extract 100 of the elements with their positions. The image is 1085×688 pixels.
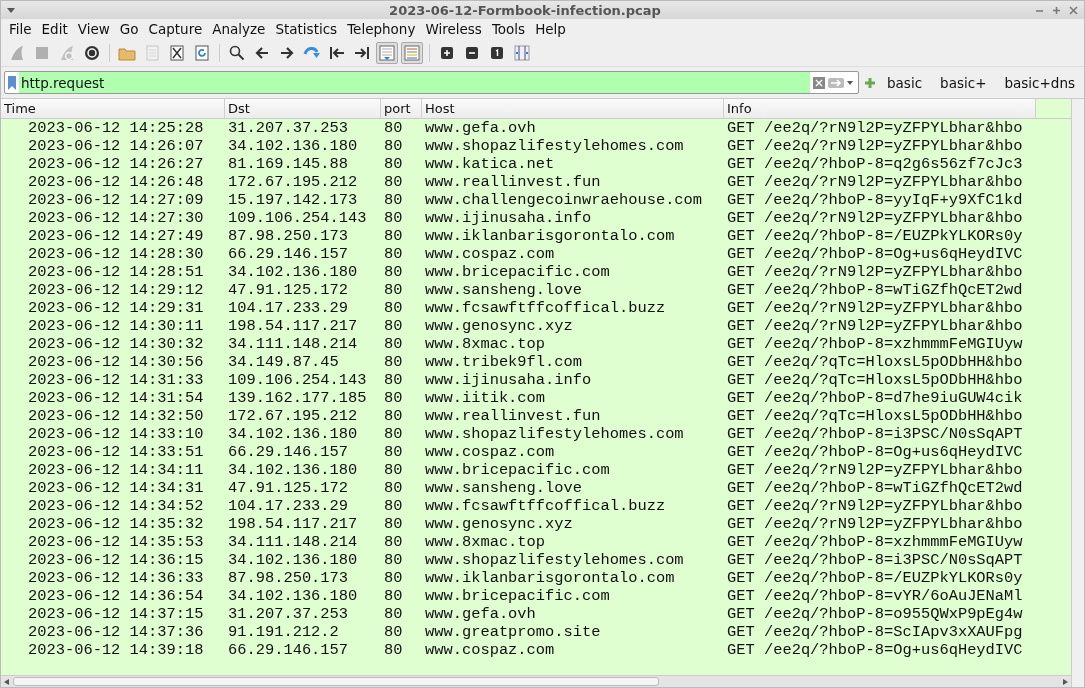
destination-cell-text: 34.111.148.214	[227, 533, 359, 551]
host-cell-text: www.shopazlifestylehomes.com	[424, 425, 685, 443]
destination-cell-text: 47.91.125.172	[227, 479, 350, 497]
host-cell-text: www.cospaz.com	[424, 641, 556, 659]
info-cell-text: GET /ee2q/?rN9l2P=yZFPYLbhar&hbo	[726, 209, 1024, 227]
time-cell-text: 2023-06-12 14:31:54	[27, 389, 205, 407]
window-menu-icon[interactable]	[7, 7, 15, 13]
close-icon[interactable]	[1069, 5, 1078, 15]
colorize-icon[interactable]	[401, 41, 423, 64]
column-header[interactable]: Host	[422, 99, 724, 118]
menu-item[interactable]: File	[4, 21, 37, 37]
filter-button[interactable]: basic+	[934, 74, 993, 91]
time-cell-text: 2023-06-12 14:26:48	[27, 173, 205, 191]
host-cell-text: www.sansheng.love	[424, 479, 583, 497]
add-filter-icon[interactable]	[865, 77, 876, 88]
time-cell-text: 2023-06-12 14:39:18	[27, 641, 205, 659]
menu-item[interactable]: Capture	[143, 21, 208, 37]
destination-cell-text: 34.102.136.180	[227, 263, 359, 281]
destination-cell-text: 15.197.142.173	[227, 191, 359, 209]
port-cell-text: 80	[383, 371, 404, 389]
time-cell-text: 2023-06-12 14:36:33	[27, 569, 205, 587]
menu-item[interactable]: Wireless	[420, 21, 487, 37]
port-cell-text: 80	[383, 227, 404, 245]
host-cell-text: www.bricepacific.com	[424, 263, 611, 281]
port-cell-text: 80	[383, 515, 404, 533]
menu-item[interactable]: View	[72, 21, 115, 37]
info-cell-text: GET /ee2q/?hboP-8=wTiGZfhQcET2wd	[726, 281, 1024, 299]
destination-cell-text: 31.207.37.253	[227, 119, 350, 137]
destination-cell-text: 109.106.254.143	[227, 371, 368, 389]
destination-cell-text: 34.111.148.214	[227, 335, 359, 353]
port-cell-text: 80	[383, 209, 404, 227]
host-cell-text: www.gefa.ovh	[424, 119, 537, 137]
filter-button[interactable]: basic+dns	[998, 74, 1081, 91]
info-cell-text: GET /ee2q/?hboP-8=xzhmmmFeMGIUyw	[726, 533, 1024, 551]
host-cell-text: www.fcsawftffcoffical.buzz	[424, 497, 667, 515]
maximize-icon[interactable]	[1052, 5, 1061, 15]
menu-item[interactable]: Analyze	[207, 21, 271, 37]
host-cell-text: www.genosync.xyz	[424, 515, 574, 533]
time-cell-text: 2023-06-12 14:30:11	[27, 317, 205, 335]
menu-item[interactable]: Tools	[486, 21, 531, 37]
time-cell-text: 2023-06-12 14:28:30	[27, 245, 205, 263]
host-cell-text: www.reallinvest.fun	[424, 407, 602, 425]
info-cell-text: GET /ee2q/?rN9l2P=yZFPYLbhar&hbo	[726, 299, 1024, 317]
info-cell-text: GET /ee2q/?rN9l2P=yZFPYLbhar&hbo	[726, 515, 1024, 533]
menu-item[interactable]: Go	[114, 21, 144, 37]
info-cell-text: GET /ee2q/?hboP-8=wTiGZfhQcET2wd	[726, 479, 1024, 497]
host-cell-text: www.cospaz.com	[424, 245, 556, 263]
host-cell-text: www.reallinvest.fun	[424, 173, 602, 191]
display-filter-field[interactable]: http.request	[4, 71, 860, 94]
menu-item[interactable]: Help	[530, 21, 571, 37]
destination-cell-text: 34.102.136.180	[227, 551, 359, 569]
scroll-right-icon[interactable]	[1062, 678, 1068, 685]
info-cell-text: GET /ee2q/?qTc=HloxsL5pODbHH&hbo	[726, 407, 1024, 425]
dropdown-icon[interactable]	[847, 80, 854, 85]
host-cell-text: www.bricepacific.com	[424, 587, 611, 605]
port-cell-text: 80	[383, 569, 404, 587]
destination-cell-text: 172.67.195.212	[227, 173, 359, 191]
destination-cell-text: 198.54.117.217	[227, 515, 359, 533]
destination-cell-text: 104.17.233.29	[227, 497, 350, 515]
port-cell-text: 80	[383, 623, 404, 641]
column-header[interactable]: Time	[1, 99, 225, 118]
info-cell-text: GET /ee2q/?hboP-8=yyIqF+y9XfC1kd	[726, 191, 1024, 209]
time-cell-text: 2023-06-12 14:25:28	[27, 119, 205, 137]
port-cell-text: 80	[383, 335, 404, 353]
clear-icon[interactable]	[813, 76, 826, 89]
host-cell-text: www.shopazlifestylehomes.com	[424, 551, 685, 569]
menu-item[interactable]: Telephony	[342, 21, 421, 37]
port-cell-text: 80	[383, 263, 404, 281]
host-cell-text: www.cospaz.com	[424, 443, 556, 461]
port-cell-text: 80	[383, 497, 404, 515]
time-cell-text: 2023-06-12 14:35:53	[27, 533, 205, 551]
destination-cell-text: 104.17.233.29	[227, 299, 350, 317]
scrollbar-thumb[interactable]	[13, 677, 659, 686]
port-cell-text: 80	[383, 533, 404, 551]
info-cell-text: GET /ee2q/?rN9l2P=yZFPYLbhar&hbo	[726, 317, 1024, 335]
host-cell-text: www.8xmac.top	[424, 533, 547, 551]
port-cell-text: 80	[383, 299, 404, 317]
host-cell-text: www.tribek9fl.com	[424, 353, 583, 371]
info-cell-text: GET /ee2q/?hboP-8=d7he9iuGUW4cik	[726, 389, 1024, 407]
filter-button[interactable]: basic	[881, 74, 929, 91]
port-cell-text: 80	[383, 425, 404, 443]
info-cell-text: GET /ee2q/?rN9l2P=yZFPYLbhar&hbo	[726, 137, 1024, 155]
info-cell-text: GET /ee2q/?hboP-8=q2g6s56zf7cJc3	[726, 155, 1024, 173]
column-header[interactable]: port	[381, 99, 422, 118]
time-cell-text: 2023-06-12 14:33:10	[27, 425, 205, 443]
info-cell-text: GET /ee2q/?hboP-8=/EUZPkYLKORs0y	[726, 569, 1024, 587]
menu-item[interactable]: Statistics	[270, 21, 343, 37]
info-cell-text: GET /ee2q/?hboP-8=Og+us6qHeydIVC	[726, 443, 1024, 461]
scroll-left-icon[interactable]	[4, 678, 10, 685]
menu-item[interactable]: Edit	[36, 21, 73, 37]
bookmark-icon[interactable]	[8, 75, 16, 90]
column-header[interactable]: Dst	[225, 99, 381, 118]
destination-cell-text: 172.67.195.212	[227, 407, 359, 425]
port-cell-text: 80	[383, 281, 404, 299]
destination-cell-text: 91.191.212.2	[227, 623, 340, 641]
time-cell-text: 2023-06-12 14:27:30	[27, 209, 205, 227]
host-cell-text: www.shopazlifestylehomes.com	[424, 137, 685, 155]
info-cell-text: GET /ee2q/?hboP-8=vYR/6oAuJENaMl	[726, 587, 1024, 605]
destination-cell-text: 47.91.125.172	[227, 281, 350, 299]
info-cell-text: GET /ee2q/?hboP-8=Og+us6qHeydIVC	[726, 245, 1024, 263]
